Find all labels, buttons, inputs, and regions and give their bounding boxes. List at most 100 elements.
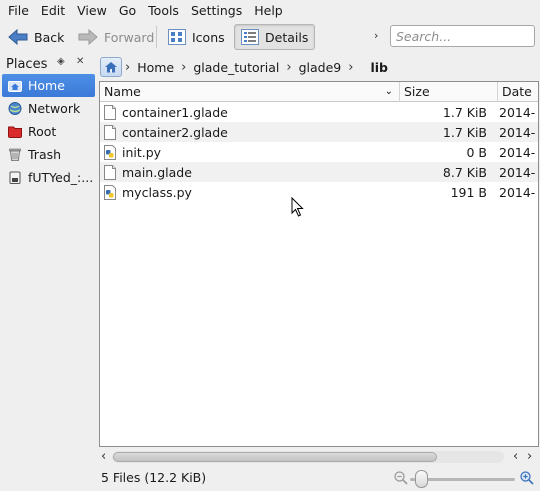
places-panel: Places ◈ ✕ Home Network Root Trash fUTYe… <box>2 54 95 454</box>
drive-icon <box>9 171 21 184</box>
scroll-left-icon[interactable]: ‹ <box>101 449 106 464</box>
file-size: 1.7 KiB <box>442 124 487 140</box>
details-view-button[interactable]: Details <box>234 24 316 50</box>
status-text: 5 Files (12.2 KiB) <box>101 470 207 485</box>
places-header: Places ◈ ✕ <box>2 54 95 74</box>
trash-icon <box>9 148 21 161</box>
menubar: File Edit View Go Tools Settings Help <box>0 0 540 22</box>
file-date: 2014- <box>499 144 536 160</box>
file-row[interactable]: init.py 0 B 2014- <box>100 142 538 162</box>
breadcrumb-home-button[interactable] <box>100 57 122 77</box>
search-input[interactable]: Search... <box>390 25 535 47</box>
python-file-icon <box>104 144 116 160</box>
forward-button[interactable]: Forward <box>72 24 160 50</box>
forward-arrow-icon <box>78 29 98 45</box>
glade-file-icon <box>104 164 116 180</box>
zoom-out-icon[interactable] <box>394 471 408 485</box>
column-name-label: Name <box>104 83 141 99</box>
file-date: 2014- <box>499 124 536 140</box>
column-name[interactable]: Name ⌄ <box>100 82 400 102</box>
file-name: init.py <box>122 144 162 160</box>
file-date: 2014- <box>499 164 536 180</box>
column-date[interactable]: Date <box>498 82 538 102</box>
forward-label: Forward <box>104 29 155 45</box>
column-size-label: Size <box>404 83 430 99</box>
menu-tools[interactable]: Tools <box>142 0 185 22</box>
python-file-icon <box>104 184 116 200</box>
breadcrumb-current[interactable]: lib <box>356 60 392 75</box>
mouse-pointer-icon <box>291 197 304 217</box>
icons-view-label: Icons <box>192 29 225 45</box>
place-label: Home <box>28 78 65 93</box>
file-list-view[interactable]: Name ⌄ Size Date container1.glade 1.7 Ki… <box>99 81 539 447</box>
place-label: Network <box>28 101 81 116</box>
file-row[interactable]: container1.glade 1.7 KiB 2014- <box>100 102 538 122</box>
place-home[interactable]: Home <box>2 74 95 97</box>
horizontal-scrollbar[interactable]: ‹ ‹ › <box>99 449 539 465</box>
place-root[interactable]: Root <box>2 120 95 143</box>
details-view-label: Details <box>265 29 309 45</box>
breadcrumb-separator-icon[interactable]: › <box>283 60 294 75</box>
file-row[interactable]: main.glade 8.7 KiB 2014- <box>100 162 538 182</box>
file-size: 8.7 KiB <box>442 164 487 180</box>
place-network[interactable]: Network <box>2 97 95 120</box>
file-size: 1.7 KiB <box>442 104 487 120</box>
home-icon <box>105 62 117 73</box>
menu-go[interactable]: Go <box>113 0 142 22</box>
menu-file[interactable]: File <box>0 0 35 22</box>
zoom-slider-handle[interactable] <box>415 470 428 488</box>
file-size: 0 B <box>466 144 487 160</box>
breadcrumb-item[interactable]: Home <box>133 60 178 75</box>
toolbar-separator <box>156 26 157 48</box>
scroll-left-end-icon[interactable]: ‹ <box>513 449 518 464</box>
file-name: main.glade <box>122 164 192 180</box>
home-icon <box>8 81 22 92</box>
place-trash[interactable]: Trash <box>2 143 95 166</box>
places-title: Places <box>6 56 48 72</box>
breadcrumb: › Home › glade_tutorial › glade9 › lib <box>99 55 538 79</box>
glade-file-icon <box>104 104 116 120</box>
file-size: 191 B <box>450 184 487 200</box>
zoom-in-icon[interactable] <box>520 471 534 485</box>
column-date-label: Date <box>502 83 532 99</box>
file-row[interactable]: myclass.py 191 B 2014- <box>100 182 538 202</box>
breadcrumb-separator-icon[interactable]: › <box>345 60 356 75</box>
breadcrumb-item[interactable]: glade9 <box>295 60 346 75</box>
breadcrumb-item[interactable]: glade_tutorial <box>189 60 283 75</box>
glade-file-icon <box>104 124 116 140</box>
back-button[interactable]: Back <box>2 24 70 50</box>
menu-view[interactable]: View <box>71 0 113 22</box>
menu-help[interactable]: Help <box>248 0 289 22</box>
breadcrumb-separator-icon[interactable]: › <box>122 60 133 75</box>
status-bar: 5 Files (12.2 KiB) <box>0 466 540 491</box>
menu-settings[interactable]: Settings <box>185 0 248 22</box>
file-row[interactable]: container2.glade 1.7 KiB 2014- <box>100 122 538 142</box>
file-name: container2.glade <box>122 124 228 140</box>
sort-chevron-down-icon: ⌄ <box>384 85 393 97</box>
root-folder-icon <box>8 126 22 138</box>
icons-view-button[interactable]: Icons <box>162 24 231 50</box>
file-name: container1.glade <box>122 104 228 120</box>
place-label: Trash <box>28 147 62 162</box>
column-header: Name ⌄ Size Date <box>100 82 538 102</box>
column-size[interactable]: Size <box>400 82 498 102</box>
network-icon <box>8 102 22 115</box>
file-date: 2014- <box>499 104 536 120</box>
place-label: fUTYed_:... <box>28 170 94 185</box>
icons-view-icon <box>168 29 186 45</box>
menu-edit[interactable]: Edit <box>35 0 71 22</box>
back-label: Back <box>34 29 65 45</box>
place-label: Root <box>28 124 57 139</box>
back-arrow-icon <box>8 29 28 45</box>
toolbar-overflow-icon[interactable]: › <box>374 29 378 42</box>
float-panel-icon[interactable]: ◈ <box>57 56 65 67</box>
scrollbar-thumb[interactable] <box>113 452 437 462</box>
breadcrumb-separator-icon[interactable]: › <box>178 60 189 75</box>
file-date: 2014- <box>499 184 536 200</box>
details-view-icon <box>241 29 259 45</box>
file-name: myclass.py <box>122 184 192 200</box>
toolbar: Back Forward Icons Details › Search... <box>0 22 540 52</box>
place-drive[interactable]: fUTYed_:... <box>2 166 95 189</box>
close-panel-icon[interactable]: ✕ <box>76 56 84 67</box>
scroll-right-icon[interactable]: › <box>527 449 532 464</box>
